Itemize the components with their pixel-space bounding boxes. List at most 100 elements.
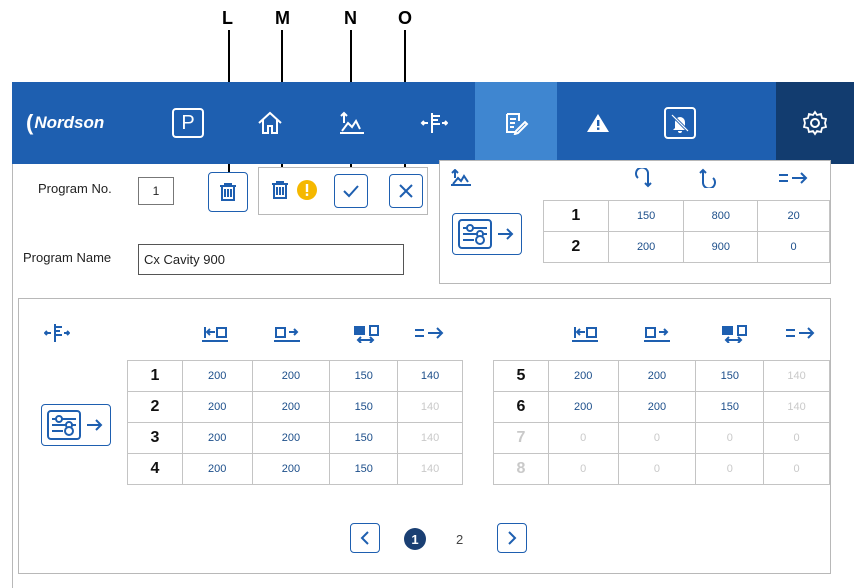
previous-page-button[interactable] (350, 523, 380, 553)
table-row: 4 200 200 150 140 (127, 453, 463, 485)
stroke-move-icon (720, 322, 750, 344)
value-cell[interactable]: 0 (547, 422, 619, 454)
callout-n: N (344, 8, 357, 28)
value-cell[interactable]: 200 (251, 453, 331, 485)
value-cell[interactable]: 200 (251, 391, 331, 423)
page-1-indicator[interactable]: 1 (404, 528, 426, 550)
value-cell[interactable]: 140 (397, 422, 463, 454)
value-cell[interactable]: 0 (617, 422, 697, 454)
row-number: 7 (493, 422, 549, 454)
hotrunner-nav-button[interactable] (393, 82, 475, 164)
row-number: 6 (493, 391, 549, 423)
value-cell[interactable]: 150 (329, 360, 399, 392)
value-cell[interactable]: 0 (617, 453, 697, 485)
bell-nav-button[interactable] (639, 82, 721, 164)
speed-arrow-icon (783, 322, 817, 344)
value-cell[interactable]: 200 (547, 360, 619, 392)
row-number: 4 (127, 453, 183, 485)
program-number-field[interactable]: 1 (138, 177, 174, 205)
value-cell[interactable]: 150 (695, 391, 765, 423)
row-number: 2 (543, 231, 609, 263)
chevron-left-icon (360, 531, 369, 545)
confirm-button[interactable] (334, 174, 368, 208)
value-cell[interactable]: 200 (181, 391, 253, 423)
table-row: 1 150 800 20 (543, 200, 830, 232)
edit-document-icon (506, 113, 529, 135)
table-row: 70000 (493, 422, 830, 454)
advance-position-icon (272, 322, 302, 344)
row-number: 3 (127, 422, 183, 454)
value-cell[interactable]: 0 (763, 422, 830, 454)
hotrunner-table-right: 5 200 200 150 140 6 200 200 150 140 7 0 0 0 0 8 0 0 0 0 (493, 360, 830, 485)
value-cell[interactable]: 0 (547, 453, 619, 485)
advance-position-icon (642, 322, 672, 344)
muted-bell-icon (664, 107, 696, 139)
value-cell[interactable]: 150 (607, 200, 685, 232)
home-icon (258, 111, 282, 134)
value-cell[interactable]: 200 (181, 360, 253, 392)
value-cell[interactable]: 200 (251, 360, 331, 392)
apply-valve-settings-button[interactable] (452, 213, 522, 255)
value-cell[interactable]: 900 (683, 231, 759, 263)
row-number: 1 (127, 360, 183, 392)
speed-arrow-icon (776, 168, 810, 188)
value-cell[interactable]: 200 (547, 391, 619, 423)
callout-l: L (222, 8, 233, 28)
value-cell[interactable]: 140 (763, 391, 830, 423)
value-cell[interactable]: 150 (329, 422, 399, 454)
value-cell[interactable]: 140 (397, 391, 463, 423)
trash-icon (220, 183, 236, 201)
valve-nav-button[interactable] (311, 82, 393, 164)
table-row: 3 200 200 150 140 (127, 422, 463, 454)
value-cell[interactable]: 150 (695, 360, 765, 392)
delete-pending-button[interactable] (268, 178, 292, 202)
delete-program-button[interactable] (208, 172, 248, 212)
cancel-button[interactable] (389, 174, 423, 208)
valve-gate-icon (449, 168, 473, 188)
value-cell[interactable]: 200 (181, 453, 253, 485)
hotrunner-table-left: 1 200 200 150 140 2 200 200 150 140 3 200 200 150 140 4… (127, 360, 463, 485)
program-name-field[interactable]: Cx Cavity 900 (138, 244, 404, 275)
hotrunner-icon (420, 113, 448, 133)
page-2-link[interactable]: 2 (456, 532, 463, 547)
settings-nav-button[interactable] (776, 82, 854, 164)
retract-position-icon (570, 322, 600, 344)
next-page-button[interactable] (497, 523, 527, 553)
value-cell[interactable]: 800 (683, 200, 759, 232)
value-cell[interactable]: 0 (695, 453, 765, 485)
value-cell[interactable]: 200 (617, 360, 697, 392)
program-number-label: Program No. (38, 181, 112, 196)
row-number: 1 (543, 200, 609, 232)
edit-nav-button[interactable] (475, 82, 557, 164)
callout-m: M (275, 8, 290, 28)
stroke-move-icon (352, 322, 382, 344)
apply-hotrunner-settings-button[interactable] (41, 404, 111, 446)
program-nav-button[interactable]: P (147, 82, 229, 164)
open-curve-icon (633, 167, 655, 189)
value-cell[interactable]: 200 (181, 422, 253, 454)
value-cell[interactable]: 0 (763, 453, 830, 485)
home-nav-button[interactable] (229, 82, 311, 164)
program-icon: P (172, 108, 204, 138)
alarm-nav-button[interactable] (557, 82, 639, 164)
value-cell[interactable]: 140 (397, 360, 463, 392)
value-cell[interactable]: 140 (397, 453, 463, 485)
value-cell[interactable]: 20 (757, 200, 830, 232)
speed-arrow-icon (412, 322, 446, 344)
value-cell[interactable]: 0 (757, 231, 830, 263)
value-cell[interactable]: 200 (251, 422, 331, 454)
row-number: 2 (127, 391, 183, 423)
close-curve-icon (696, 167, 718, 189)
value-cell[interactable]: 150 (329, 391, 399, 423)
value-cell[interactable]: 140 (763, 360, 830, 392)
value-cell[interactable]: 200 (607, 231, 685, 263)
gear-icon (802, 110, 828, 136)
callout-o: O (398, 8, 413, 28)
value-cell[interactable]: 150 (329, 453, 399, 485)
program-name-label: Program Name (23, 250, 112, 265)
valve-timing-table: 1 150 800 20 2 200 900 0 (543, 200, 830, 263)
value-cell[interactable]: 200 (617, 391, 697, 423)
value-cell[interactable]: 0 (695, 422, 765, 454)
valve-gate-icon (340, 111, 364, 134)
retract-position-icon (200, 322, 230, 344)
